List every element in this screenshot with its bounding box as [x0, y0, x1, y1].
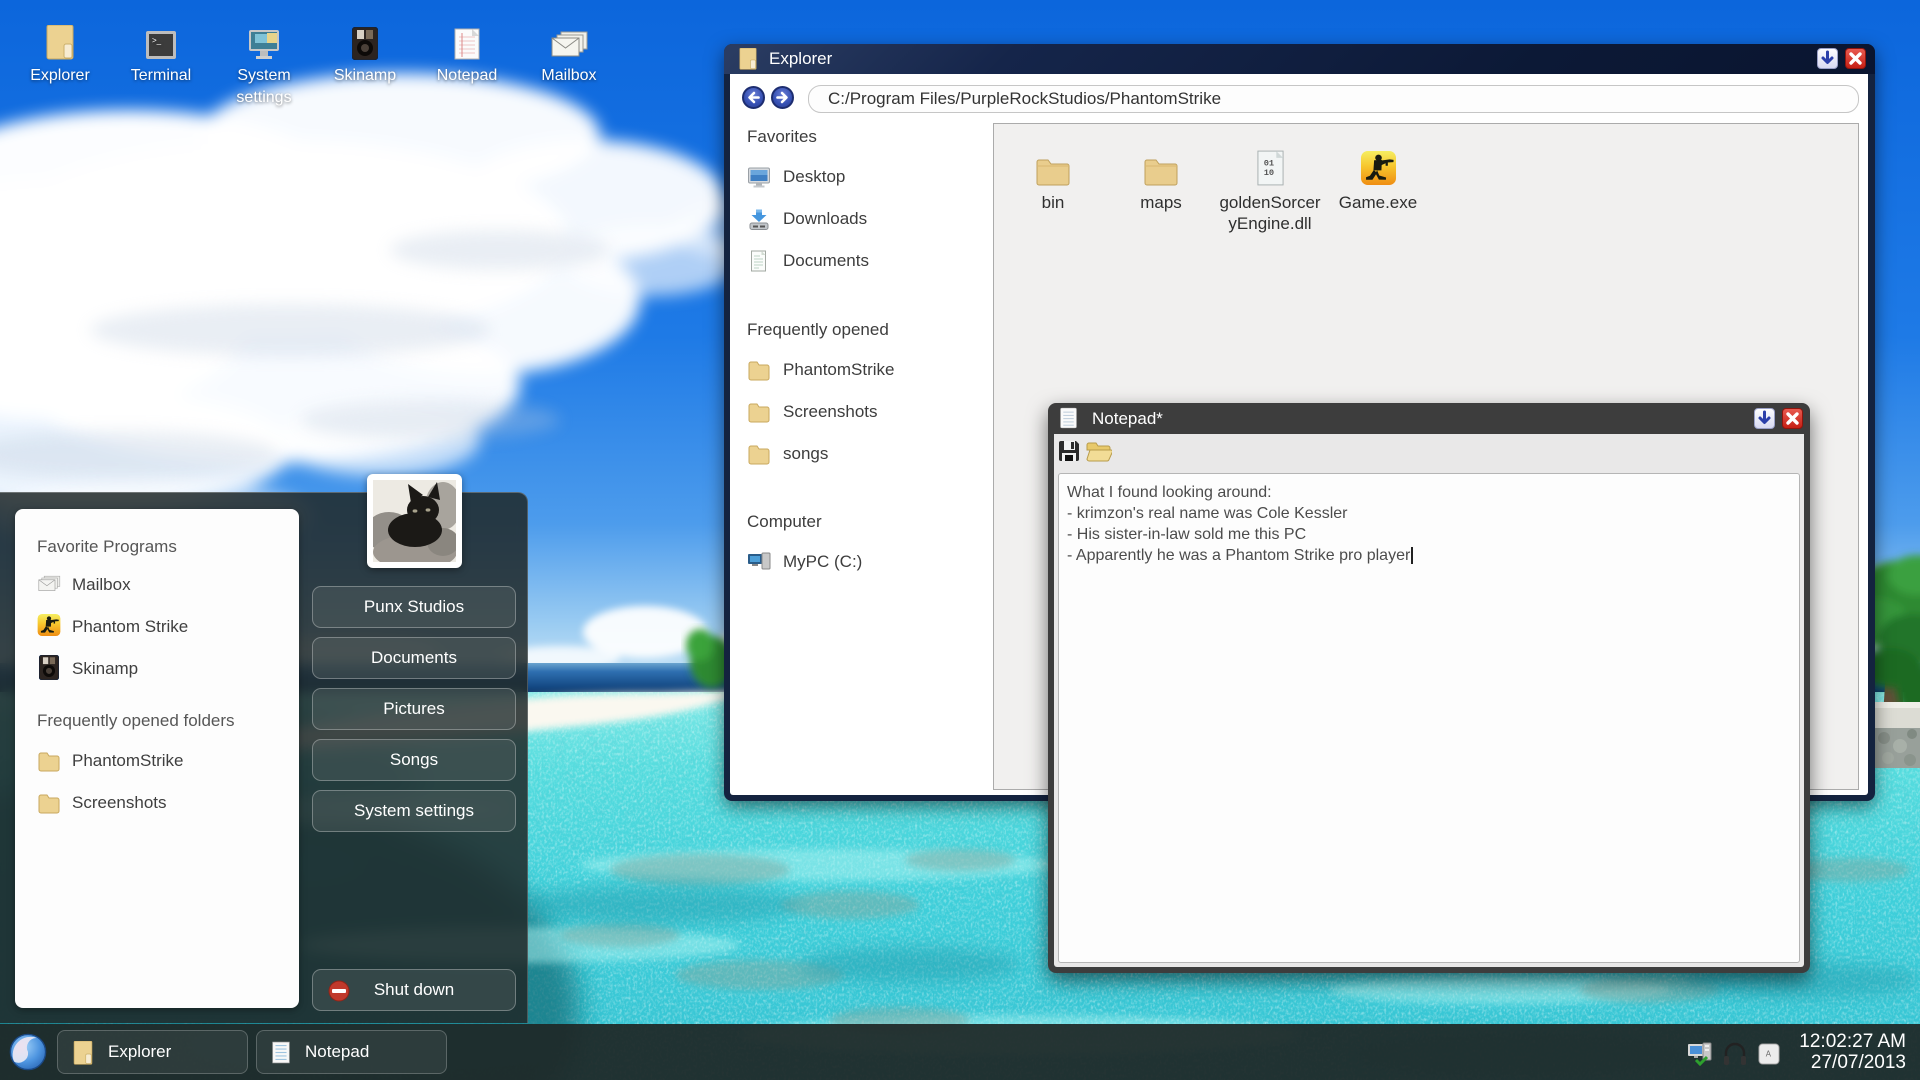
- svg-text:01: 01: [1263, 159, 1273, 169]
- svg-text:10: 10: [1263, 168, 1273, 178]
- svg-text:>_: >_: [152, 36, 162, 45]
- svg-text:A: A: [1766, 1049, 1772, 1058]
